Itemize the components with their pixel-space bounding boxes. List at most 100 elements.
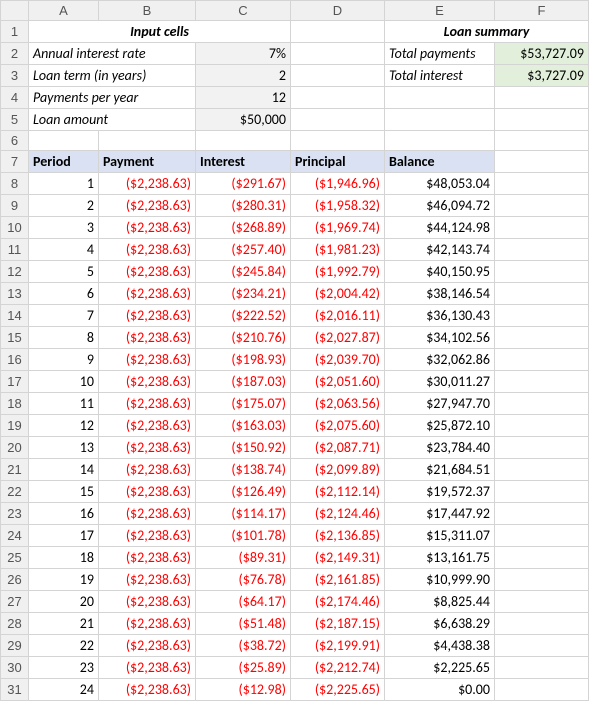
principal-cell[interactable]: ($2,136.85) [291, 525, 385, 547]
cell-F9[interactable] [495, 195, 589, 217]
period-cell[interactable]: 15 [29, 481, 99, 503]
payment-cell[interactable]: ($2,238.63) [99, 657, 196, 679]
cell-F29[interactable] [495, 635, 589, 657]
period-cell[interactable]: 5 [29, 261, 99, 283]
payment-cell[interactable]: ($2,238.63) [99, 679, 196, 701]
row-header-29[interactable]: 29 [1, 635, 29, 657]
row-header-4[interactable]: 4 [1, 87, 29, 109]
period-cell[interactable]: 13 [29, 437, 99, 459]
row-header-31[interactable]: 31 [1, 679, 29, 701]
row-header-26[interactable]: 26 [1, 569, 29, 591]
row-header-28[interactable]: 28 [1, 613, 29, 635]
payment-cell[interactable]: ($2,238.63) [99, 393, 196, 415]
payment-cell[interactable]: ($2,238.63) [99, 173, 196, 195]
period-cell[interactable]: 16 [29, 503, 99, 525]
principal-cell[interactable]: ($1,958.32) [291, 195, 385, 217]
payment-cell[interactable]: ($2,238.63) [99, 195, 196, 217]
interest-cell[interactable]: ($210.76) [196, 327, 291, 349]
period-cell[interactable]: 6 [29, 283, 99, 305]
interest-cell[interactable]: ($126.49) [196, 481, 291, 503]
balance-cell[interactable]: $30,011.27 [385, 371, 495, 393]
row-header-1[interactable]: 1 [1, 21, 29, 43]
cell-D1[interactable] [291, 21, 385, 43]
interest-cell[interactable]: ($163.03) [196, 415, 291, 437]
principal-cell[interactable]: ($1,981.23) [291, 239, 385, 261]
payment-cell[interactable]: ($2,238.63) [99, 283, 196, 305]
payments-per-year-label[interactable]: Payments per year [29, 87, 196, 109]
cell-D4[interactable] [291, 87, 385, 109]
cell-E6[interactable] [385, 131, 495, 151]
principal-cell[interactable]: ($1,969.74) [291, 217, 385, 239]
payment-cell[interactable]: ($2,238.63) [99, 305, 196, 327]
corner-cell[interactable] [1, 1, 29, 21]
cell-F31[interactable] [495, 679, 589, 701]
payment-cell[interactable]: ($2,238.63) [99, 503, 196, 525]
principal-cell[interactable]: ($2,112.14) [291, 481, 385, 503]
row-header-7[interactable]: 7 [1, 151, 29, 173]
row-header-27[interactable]: 27 [1, 591, 29, 613]
cell-F17[interactable] [495, 371, 589, 393]
period-cell[interactable]: 23 [29, 657, 99, 679]
principal-cell[interactable]: ($2,174.46) [291, 591, 385, 613]
input-cells-title[interactable]: Input cells [29, 21, 291, 43]
cell-F23[interactable] [495, 503, 589, 525]
col-header-D[interactable]: D [291, 1, 385, 21]
row-header-8[interactable]: 8 [1, 173, 29, 195]
interest-cell[interactable]: ($150.92) [196, 437, 291, 459]
row-header-14[interactable]: 14 [1, 305, 29, 327]
principal-cell[interactable]: ($1,946.96) [291, 173, 385, 195]
balance-cell[interactable]: $17,447.92 [385, 503, 495, 525]
balance-cell[interactable]: $48,053.04 [385, 173, 495, 195]
period-cell[interactable]: 14 [29, 459, 99, 481]
payment-cell[interactable]: ($2,238.63) [99, 327, 196, 349]
period-cell[interactable]: 10 [29, 371, 99, 393]
annual-rate-value[interactable]: 7% [196, 43, 291, 65]
col-header-C[interactable]: C [196, 1, 291, 21]
spreadsheet-grid[interactable]: A B C D E F 1 Input cells Loan summary 2… [0, 0, 589, 701]
total-payments-label[interactable]: Total payments [385, 43, 495, 65]
cell-A6[interactable] [29, 131, 99, 151]
payments-per-year-value[interactable]: 12 [196, 87, 291, 109]
cell-F21[interactable] [495, 459, 589, 481]
row-header-25[interactable]: 25 [1, 547, 29, 569]
period-cell[interactable]: 4 [29, 239, 99, 261]
schedule-header-interest[interactable]: Interest [196, 151, 291, 173]
payment-cell[interactable]: ($2,238.63) [99, 415, 196, 437]
row-header-11[interactable]: 11 [1, 239, 29, 261]
balance-cell[interactable]: $15,311.07 [385, 525, 495, 547]
balance-cell[interactable]: $21,684.51 [385, 459, 495, 481]
balance-cell[interactable]: $13,161.75 [385, 547, 495, 569]
balance-cell[interactable]: $44,124.98 [385, 217, 495, 239]
cell-F4[interactable] [495, 87, 589, 109]
principal-cell[interactable]: ($2,187.15) [291, 613, 385, 635]
balance-cell[interactable]: $32,062.86 [385, 349, 495, 371]
payment-cell[interactable]: ($2,238.63) [99, 613, 196, 635]
loan-amount-value[interactable]: $50,000 [196, 109, 291, 131]
interest-cell[interactable]: ($114.17) [196, 503, 291, 525]
row-header-18[interactable]: 18 [1, 393, 29, 415]
col-header-E[interactable]: E [385, 1, 495, 21]
annual-rate-label[interactable]: Annual interest rate [29, 43, 196, 65]
period-cell[interactable]: 17 [29, 525, 99, 547]
row-header-17[interactable]: 17 [1, 371, 29, 393]
col-header-B[interactable]: B [99, 1, 196, 21]
row-header-30[interactable]: 30 [1, 657, 29, 679]
row-header-9[interactable]: 9 [1, 195, 29, 217]
interest-cell[interactable]: ($175.07) [196, 393, 291, 415]
principal-cell[interactable]: ($1,992.79) [291, 261, 385, 283]
cell-F24[interactable] [495, 525, 589, 547]
payment-cell[interactable]: ($2,238.63) [99, 217, 196, 239]
principal-cell[interactable]: ($2,199.91) [291, 635, 385, 657]
interest-cell[interactable]: ($245.84) [196, 261, 291, 283]
cell-F28[interactable] [495, 613, 589, 635]
row-header-15[interactable]: 15 [1, 327, 29, 349]
balance-cell[interactable]: $2,225.65 [385, 657, 495, 679]
principal-cell[interactable]: ($2,004.42) [291, 283, 385, 305]
schedule-header-principal[interactable]: Principal [291, 151, 385, 173]
principal-cell[interactable]: ($2,099.89) [291, 459, 385, 481]
row-header-13[interactable]: 13 [1, 283, 29, 305]
cell-F10[interactable] [495, 217, 589, 239]
principal-cell[interactable]: ($2,161.85) [291, 569, 385, 591]
period-cell[interactable]: 12 [29, 415, 99, 437]
row-header-12[interactable]: 12 [1, 261, 29, 283]
